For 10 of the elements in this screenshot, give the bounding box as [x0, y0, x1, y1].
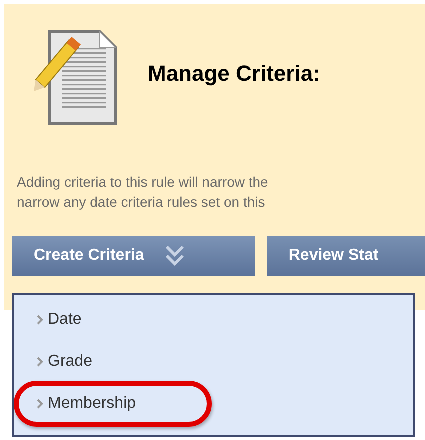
menu-item[interactable]: Membership — [14, 381, 212, 427]
double-chevron-down-icon — [164, 244, 186, 268]
chevron-right-icon — [36, 356, 44, 368]
description-text: Adding criteria to this rule will narrow the — [17, 173, 270, 192]
action-button[interactable]: Review Stat — [266, 236, 425, 276]
chevron-right-icon — [36, 398, 44, 410]
menu-button[interactable]: Create Criteria — [12, 236, 255, 276]
page-title: Manage Criteria: — [148, 61, 320, 88]
chevron-right-icon — [36, 314, 44, 326]
description-text: narrow any date criteria rules set on this — [17, 193, 266, 212]
